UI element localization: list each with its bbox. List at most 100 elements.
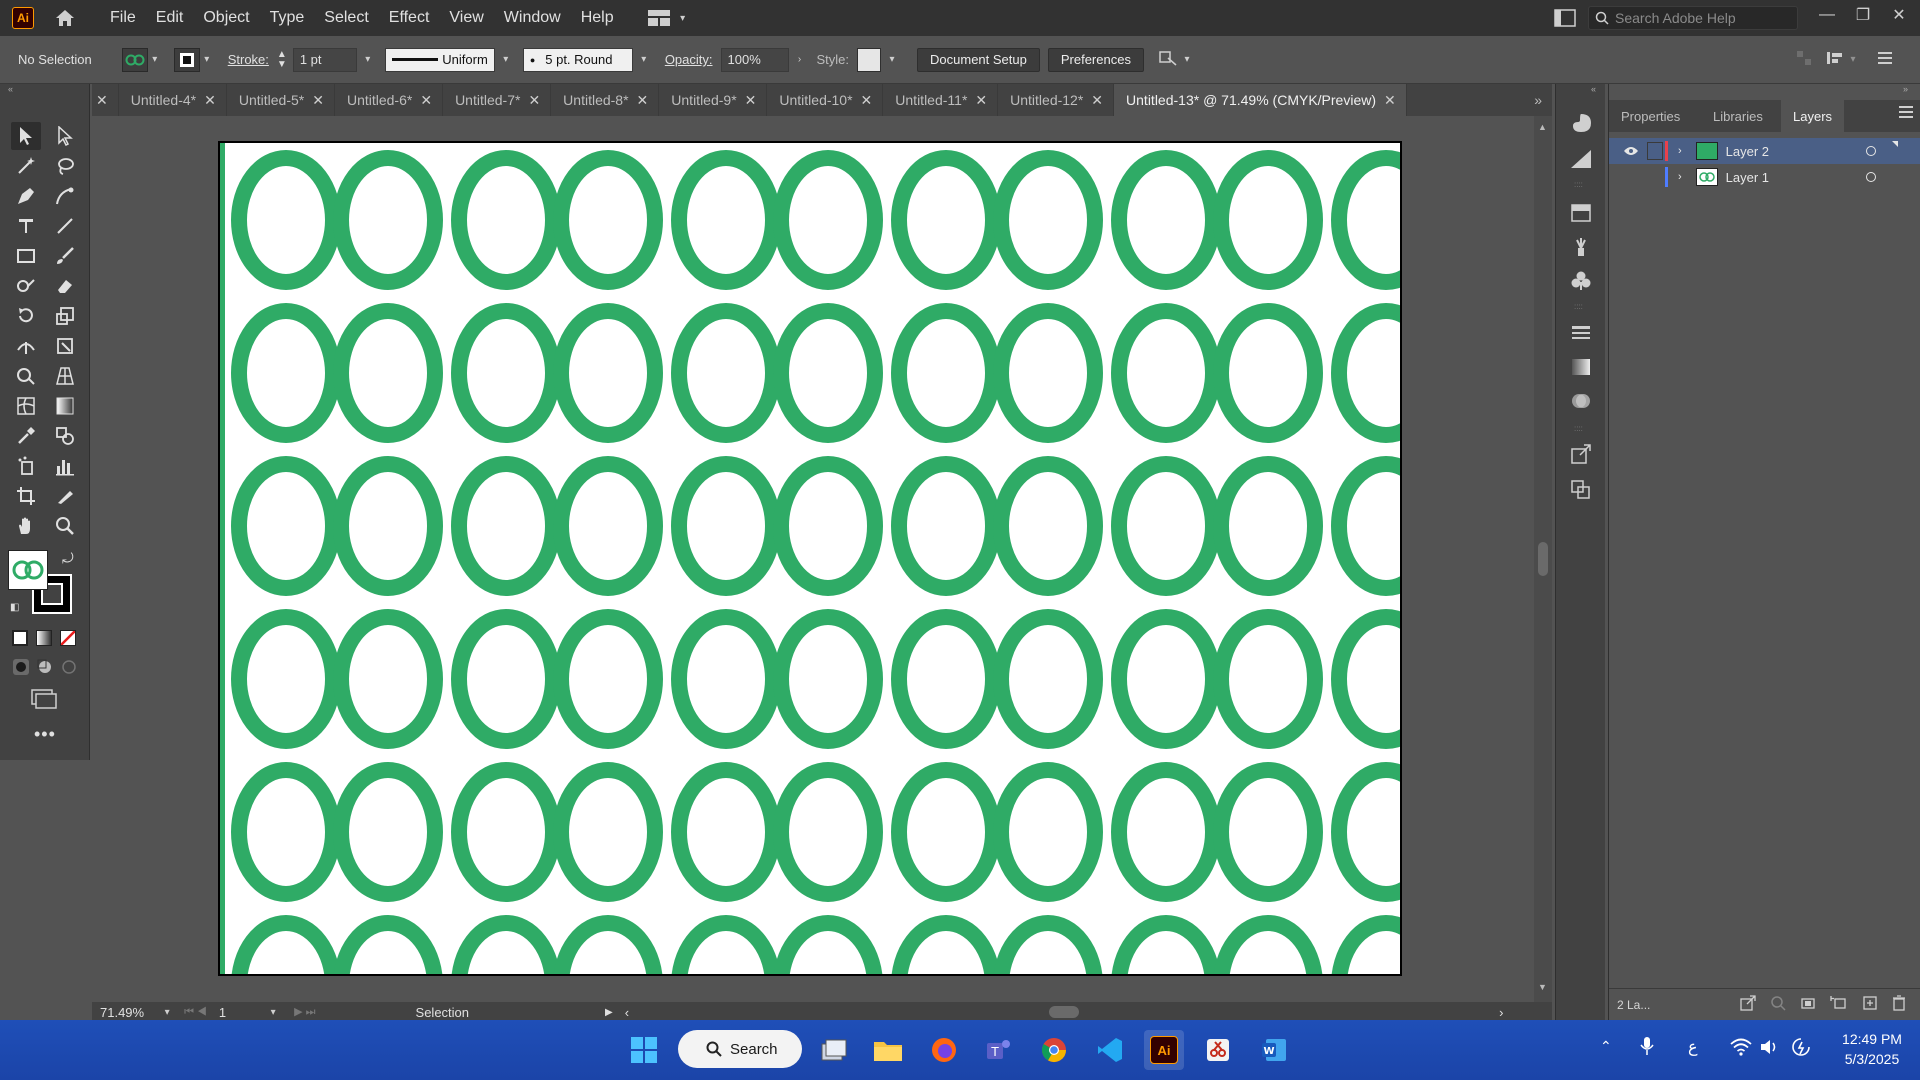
stroke-panel-icon[interactable] <box>1569 322 1593 347</box>
stroke-dropdown-icon[interactable]: ▾ <box>200 54 214 65</box>
stroke-swatch[interactable] <box>173 47 200 72</box>
collapse-toolbar-icon[interactable]: « <box>8 84 13 94</box>
tab-untitled-5[interactable]: Untitled-5* ✕ <box>227 84 335 116</box>
battery-icon[interactable] <box>1790 1038 1812 1059</box>
teams-icon[interactable]: T <box>978 1030 1018 1070</box>
microphone-icon[interactable] <box>1640 1036 1654 1059</box>
scroll-right-icon[interactable]: › <box>1499 1005 1503 1020</box>
firefox-icon[interactable] <box>924 1030 964 1070</box>
transparency-icon[interactable] <box>1569 390 1593 415</box>
zoom-level[interactable]: 71.49% <box>100 1005 144 1020</box>
home-icon[interactable] <box>52 6 78 30</box>
curvature-tool-icon[interactable] <box>50 182 80 210</box>
volume-icon[interactable] <box>1760 1038 1780 1059</box>
line-segment-tool-icon[interactable] <box>50 212 80 240</box>
tab-untitled-12[interactable]: Untitled-12* ✕ <box>998 84 1115 116</box>
restore-button[interactable]: ❐ <box>1846 0 1880 30</box>
artboard-number[interactable]: 1 <box>219 1005 226 1020</box>
menu-view[interactable]: View <box>439 9 493 27</box>
scroll-left-icon[interactable]: ‹ <box>625 1005 629 1020</box>
current-tool-name[interactable]: Selection <box>416 1005 469 1020</box>
edit-toolbar-icon[interactable]: ••• <box>34 724 56 745</box>
lock-toggle[interactable] <box>1647 142 1663 160</box>
artboard-tool-icon[interactable] <box>11 482 41 510</box>
chrome-icon[interactable] <box>1034 1030 1074 1070</box>
width-tool-icon[interactable] <box>11 332 41 360</box>
snipping-tool-icon[interactable] <box>1198 1030 1238 1070</box>
document-setup-button[interactable]: Document Setup <box>917 47 1040 72</box>
panel-toggle-icon[interactable] <box>1554 9 1576 30</box>
opacity-field[interactable]: 100% <box>720 47 789 72</box>
close-icon[interactable]: ✕ <box>1384 92 1396 109</box>
tab-untitled-6[interactable]: Untitled-6* ✕ <box>335 84 444 116</box>
fill-swatch[interactable] <box>121 47 148 72</box>
color-mode-icon[interactable] <box>12 630 28 646</box>
expand-layer-icon[interactable]: › <box>1678 145 1682 157</box>
fill-color-box[interactable] <box>8 550 48 590</box>
pen-tool-icon[interactable] <box>11 182 41 210</box>
close-icon[interactable]: ✕ <box>861 92 873 109</box>
close-icon[interactable]: ✕ <box>637 92 649 109</box>
target-circle-icon[interactable] <box>1865 146 1876 156</box>
visibility-eye-icon[interactable] <box>1623 144 1641 159</box>
stroke-weight-dropdown-icon[interactable]: ▾ <box>361 54 375 65</box>
menu-select[interactable]: Select <box>314 9 378 27</box>
menu-edit[interactable]: Edit <box>146 9 194 27</box>
transform-dropdown-icon[interactable]: ▾ <box>1846 54 1860 65</box>
next-artboard-icon[interactable]: ▶ ⏭ <box>294 1005 315 1019</box>
rotate-tool-icon[interactable] <box>11 302 41 330</box>
vscode-icon[interactable] <box>1090 1030 1130 1070</box>
brush-dropdown-icon[interactable]: ▾ <box>637 54 651 65</box>
transform-icon[interactable] <box>1826 50 1846 69</box>
tab-untitled-9[interactable]: Untitled-9* ✕ <box>659 84 768 116</box>
artboard[interactable] <box>218 141 1402 976</box>
tab-untitled-11[interactable]: Untitled-11* ✕ <box>883 84 999 116</box>
default-fill-stroke-icon[interactable]: ◧ <box>10 602 19 613</box>
close-window-button[interactable]: ✕ <box>1882 0 1916 30</box>
first-artboard-icon[interactable]: ⏮ ◀ <box>184 1006 207 1019</box>
tab-layers[interactable]: Layers <box>1781 100 1845 132</box>
vertical-scrollbar[interactable]: ▲ ▼ <box>1534 116 1552 1002</box>
hand-tool-icon[interactable] <box>11 512 41 540</box>
color-guide-icon[interactable] <box>1569 148 1593 173</box>
close-icon[interactable]: ✕ <box>745 92 757 109</box>
free-transform-tool-icon[interactable] <box>50 332 80 360</box>
show-hidden-icons-icon[interactable]: ⌃ <box>1600 1038 1612 1055</box>
zoom-tool-icon[interactable] <box>50 512 80 540</box>
column-graph-tool-icon[interactable] <box>50 452 80 480</box>
task-view-icon[interactable] <box>814 1030 854 1070</box>
rectangle-tool-icon[interactable] <box>11 242 41 270</box>
swap-fill-stroke-icon[interactable]: ⤾ <box>62 550 74 567</box>
close-icon[interactable]: ✕ <box>1091 92 1103 109</box>
tab-libraries[interactable]: Libraries <box>1701 100 1775 132</box>
file-explorer-icon[interactable] <box>868 1030 908 1070</box>
close-icon[interactable]: ✕ <box>312 92 324 109</box>
collapse-panel-icon[interactable]: » <box>1903 84 1908 94</box>
tab-properties[interactable]: Properties <box>1609 100 1692 132</box>
variable-width-profile[interactable]: Uniform <box>384 47 495 72</box>
close-icon[interactable]: ✕ <box>975 92 987 109</box>
locate-object-icon[interactable] <box>1770 995 1786 1014</box>
lock-toggle[interactable] <box>1647 168 1663 186</box>
export-icon[interactable] <box>1569 444 1593 469</box>
tab-untitled-10[interactable]: Untitled-10* ✕ <box>767 84 884 116</box>
draw-inside-icon[interactable] <box>60 658 78 676</box>
preferences-button[interactable]: Preferences <box>1047 47 1144 72</box>
fill-dropdown-icon[interactable]: ▾ <box>148 54 162 65</box>
paintbrush-tool-icon[interactable] <box>50 242 80 270</box>
shape-builder-tool-icon[interactable] <box>11 362 41 390</box>
none-mode-icon[interactable] <box>60 630 76 646</box>
pathfinder-icon[interactable] <box>1569 478 1593 503</box>
magic-wand-tool-icon[interactable] <box>11 152 41 180</box>
blend-tool-icon[interactable] <box>50 422 80 450</box>
align-icon[interactable] <box>1796 50 1812 69</box>
eraser-tool-icon[interactable] <box>50 272 80 300</box>
direct-selection-tool-icon[interactable] <box>50 122 80 150</box>
scale-tool-icon[interactable] <box>50 302 80 330</box>
draw-normal-icon[interactable] <box>12 658 30 676</box>
illustrator-taskbar-icon[interactable]: Ai <box>1144 1030 1184 1070</box>
tab-untitled-8[interactable]: Untitled-8* ✕ <box>551 84 660 116</box>
change-screen-mode-icon[interactable] <box>30 688 58 710</box>
new-sublayer-icon[interactable] <box>1830 995 1848 1014</box>
stroke-label[interactable]: Stroke: <box>228 52 269 67</box>
